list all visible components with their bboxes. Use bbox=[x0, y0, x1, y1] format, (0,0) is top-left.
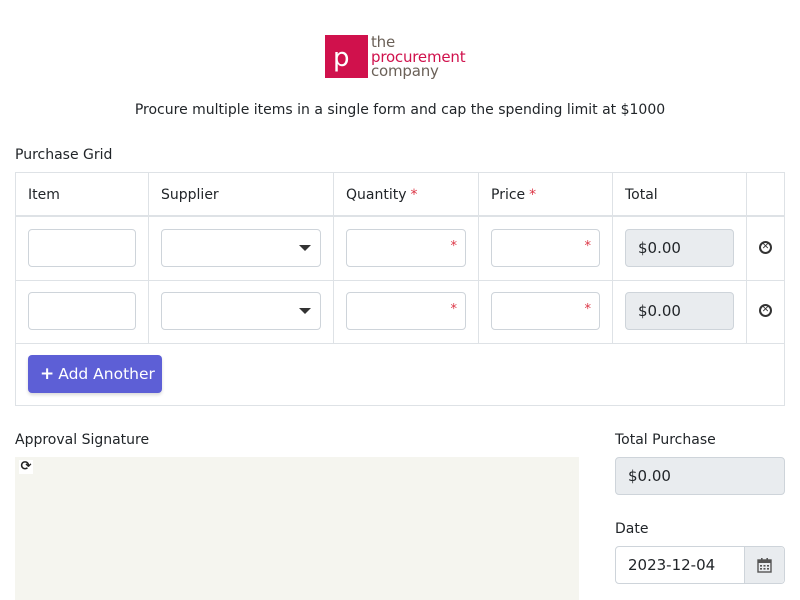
item-input[interactable] bbox=[28, 292, 136, 330]
supplier-select[interactable] bbox=[161, 229, 321, 267]
header-item: Item bbox=[28, 187, 60, 203]
signature-pad[interactable]: ⟳ bbox=[15, 457, 579, 600]
row-total: $0.00 bbox=[625, 229, 734, 267]
quantity-input[interactable]: * bbox=[346, 229, 466, 267]
row-total: $0.00 bbox=[625, 292, 734, 330]
date-input[interactable]: 2023-12-04 bbox=[616, 547, 744, 583]
refresh-icon[interactable]: ⟳ bbox=[19, 460, 33, 474]
item-input[interactable] bbox=[28, 229, 136, 267]
remove-row-icon[interactable]: ✕ bbox=[759, 241, 772, 254]
calendar-icon[interactable] bbox=[744, 547, 784, 583]
price-input[interactable]: * bbox=[491, 229, 600, 267]
total-purchase-field: $0.00 bbox=[615, 457, 785, 495]
supplier-select[interactable] bbox=[161, 292, 321, 330]
logo-wordmark: the procurement company bbox=[371, 35, 466, 80]
approval-signature-label: Approval Signature bbox=[15, 432, 150, 448]
plus-icon: + bbox=[40, 364, 55, 384]
remove-row-icon[interactable]: ✕ bbox=[759, 304, 772, 317]
purchase-grid-label: Purchase Grid bbox=[15, 147, 113, 163]
chevron-down-icon bbox=[299, 308, 311, 314]
price-input[interactable]: * bbox=[491, 292, 600, 330]
logo-letter: p bbox=[333, 43, 350, 73]
purchase-grid: Item Supplier Quantity * Price * Total * *… bbox=[15, 172, 785, 406]
date-field[interactable]: 2023-12-04 bbox=[615, 546, 785, 584]
header-price: Price * bbox=[491, 187, 537, 203]
add-another-button[interactable]: + Add Another bbox=[28, 355, 162, 393]
form-description: Procure multiple items in a single form … bbox=[134, 102, 666, 118]
header-supplier: Supplier bbox=[161, 187, 219, 203]
total-purchase-label: Total Purchase bbox=[615, 432, 716, 448]
logo-line-3: company bbox=[371, 62, 439, 80]
quantity-input[interactable]: * bbox=[346, 292, 466, 330]
chevron-down-icon bbox=[299, 245, 311, 251]
logo-mark: p bbox=[325, 35, 368, 78]
company-logo: p the procurement company bbox=[325, 35, 466, 80]
header-total: Total bbox=[625, 187, 658, 203]
header-quantity: Quantity * bbox=[346, 187, 418, 203]
date-label: Date bbox=[615, 521, 649, 537]
